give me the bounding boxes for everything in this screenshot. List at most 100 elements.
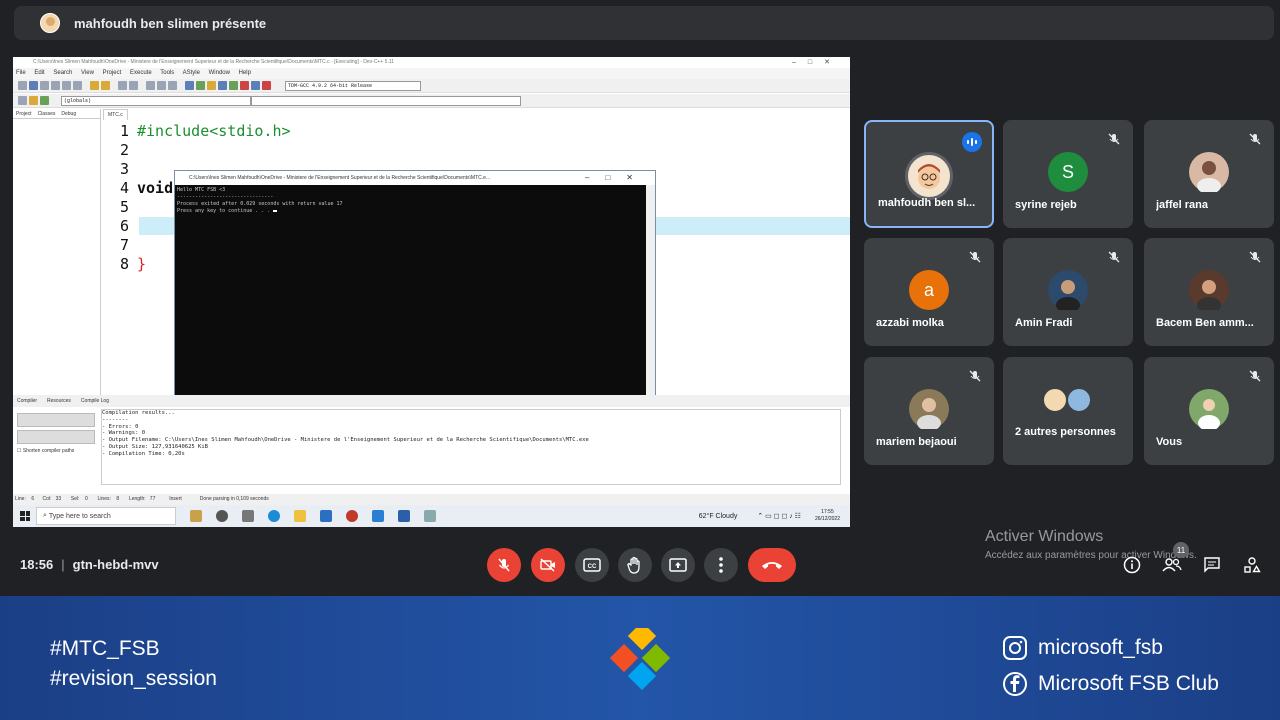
meeting-code: gtn-hebd-mvv bbox=[72, 557, 159, 572]
participant-tile-amin[interactable]: Amin Fradi bbox=[1003, 238, 1133, 346]
taskbar-search-placeholder: Type here to search bbox=[48, 512, 111, 520]
taskbar-search: ⌕ Type here to search bbox=[36, 507, 176, 525]
participant-tile-azzabi[interactable]: a azzabi molka bbox=[864, 238, 994, 346]
replace-icon bbox=[129, 81, 138, 90]
console-output: Hello MTC FSB <3 -----------------------… bbox=[177, 187, 343, 215]
camera-off-icon bbox=[540, 558, 555, 572]
participant-tile-bacem[interactable]: Bacem Ben amm... bbox=[1144, 238, 1274, 346]
more-vert-icon bbox=[719, 557, 723, 573]
indent-icon bbox=[146, 81, 155, 90]
editor-tab-bar: MTC.c bbox=[103, 109, 128, 120]
shorten-paths-checkbox: ☐ Shorten compiler paths bbox=[17, 448, 75, 454]
leave-call-button[interactable] bbox=[748, 548, 796, 582]
line-number: 6 bbox=[119, 217, 129, 235]
compile-run-icon bbox=[207, 81, 216, 90]
profile-photo-icon bbox=[1056, 280, 1080, 310]
new-file-icon bbox=[18, 81, 27, 90]
widgets-icon bbox=[242, 510, 254, 522]
avatar bbox=[1189, 389, 1229, 429]
meeting-time: 18:56 bbox=[20, 557, 54, 572]
tab-mtc-c: MTC.c bbox=[103, 109, 128, 120]
camera-toggle-button[interactable] bbox=[531, 548, 565, 582]
instagram-link[interactable]: microsoft_fsb bbox=[1002, 630, 1219, 666]
store-icon bbox=[320, 510, 332, 522]
menu-project: Project bbox=[102, 70, 122, 76]
meeting-details-button[interactable] bbox=[1121, 554, 1143, 576]
grouped-avatars bbox=[1042, 387, 1094, 415]
console-line: Process exited after 0.029 seconds with … bbox=[177, 201, 343, 207]
facebook-name: Microsoft FSB Club bbox=[1038, 672, 1219, 695]
cartoon-avatar-icon bbox=[918, 164, 940, 189]
mic-off-icon bbox=[1249, 133, 1261, 145]
log-line: -------- bbox=[102, 416, 129, 423]
participant-tile-syrine[interactable]: S syrine rejeb bbox=[1003, 120, 1133, 228]
log-line: - Warnings: 0 bbox=[102, 430, 146, 437]
close-file-icon bbox=[62, 81, 71, 90]
present-button[interactable] bbox=[661, 548, 695, 582]
log-line: - Compilation Time: 0,20s bbox=[102, 450, 185, 457]
participant-tile-jaffel[interactable]: jaffel rana bbox=[1144, 120, 1274, 228]
insert-icon bbox=[29, 96, 38, 105]
chat-button[interactable] bbox=[1201, 554, 1223, 576]
captions-button[interactable]: CC bbox=[575, 548, 609, 582]
unindent-icon bbox=[157, 81, 166, 90]
rebuild-icon bbox=[218, 81, 227, 90]
console-line: Hello MTC FSB <3 bbox=[177, 187, 226, 193]
task-view-icon bbox=[216, 510, 228, 522]
menu-file: File bbox=[16, 70, 26, 76]
taskbar-clock: 17:55 26/12/2022 bbox=[815, 509, 840, 523]
raise-hand-button[interactable] bbox=[618, 548, 652, 582]
chat-icon bbox=[1204, 557, 1220, 573]
tab-resources: Resources bbox=[47, 398, 71, 404]
open-icon bbox=[29, 81, 38, 90]
facebook-link[interactable]: Microsoft FSB Club bbox=[1002, 666, 1219, 702]
log-line: - Output Filename: C:\Users\Ines Slimen … bbox=[102, 437, 589, 444]
social-links: microsoft_fsb Microsoft FSB Club bbox=[1002, 630, 1219, 702]
avatar bbox=[1066, 387, 1092, 413]
more-options-button[interactable] bbox=[704, 548, 738, 582]
tray-icons: ⌃ ▭ ◻ ◻ ♪ ☷ bbox=[757, 513, 801, 520]
people-button[interactable] bbox=[1161, 554, 1183, 576]
instagram-icon bbox=[1002, 635, 1028, 661]
mic-toggle-button[interactable] bbox=[487, 548, 521, 582]
hashtag-revision-session: #revision_session bbox=[50, 667, 217, 690]
menu-view: View bbox=[81, 70, 94, 76]
hand-icon bbox=[627, 556, 640, 574]
participant-tile-mariem[interactable]: mariem bejaoui bbox=[864, 357, 994, 465]
mic-off-icon bbox=[1249, 370, 1261, 382]
line-number: 8 bbox=[119, 255, 129, 273]
mic-off-icon bbox=[498, 558, 510, 572]
participant-name: azzabi molka bbox=[876, 317, 944, 329]
participant-tile-others[interactable]: 2 autres personnes bbox=[1003, 357, 1133, 465]
mtc-logo-icon bbox=[609, 628, 671, 691]
instagram-handle: microsoft_fsb bbox=[1038, 636, 1163, 659]
presenter-avatar bbox=[40, 13, 60, 33]
redo-icon bbox=[101, 81, 110, 90]
participant-name: syrine rejeb bbox=[1015, 199, 1077, 211]
participant-tile-mahfoudh[interactable]: mahfoudh ben sl... bbox=[864, 120, 994, 228]
tab-compiler: Compiler bbox=[17, 398, 38, 404]
presenting-banner: mahfoudh ben slimen présente bbox=[14, 6, 1274, 40]
abort-compilation-button bbox=[17, 413, 95, 427]
info-icon bbox=[1123, 556, 1141, 574]
compile-log-panel: ☐ Shorten compiler paths Compilation res… bbox=[13, 407, 850, 487]
participant-name: 2 autres personnes bbox=[1015, 426, 1116, 438]
goto-icon bbox=[40, 96, 49, 105]
clock-date: 26/12/2022 bbox=[814, 516, 840, 522]
facebook-icon bbox=[1002, 671, 1028, 697]
presenting-text: mahfoudh ben slimen présente bbox=[74, 15, 267, 31]
find-icon bbox=[118, 81, 127, 90]
people-icon bbox=[1162, 558, 1182, 572]
tab-classes: Classes bbox=[37, 111, 56, 117]
activities-button[interactable] bbox=[1241, 554, 1263, 576]
activities-icon bbox=[1244, 557, 1261, 573]
line-number: 1 bbox=[119, 122, 129, 140]
participant-tile-self[interactable]: Vous bbox=[1144, 357, 1274, 465]
participant-name: Amin Fradi bbox=[1015, 317, 1073, 329]
line-number: 3 bbox=[119, 160, 129, 178]
save-icon bbox=[40, 81, 49, 90]
tab-compile-log: Compile Log bbox=[80, 398, 109, 404]
shared-screen: C:\Users\Ines Slimen Mahfoudh\OneDrive -… bbox=[13, 57, 850, 527]
devcpp-taskbar-icon bbox=[398, 510, 410, 522]
tab-project: Project bbox=[16, 111, 32, 117]
